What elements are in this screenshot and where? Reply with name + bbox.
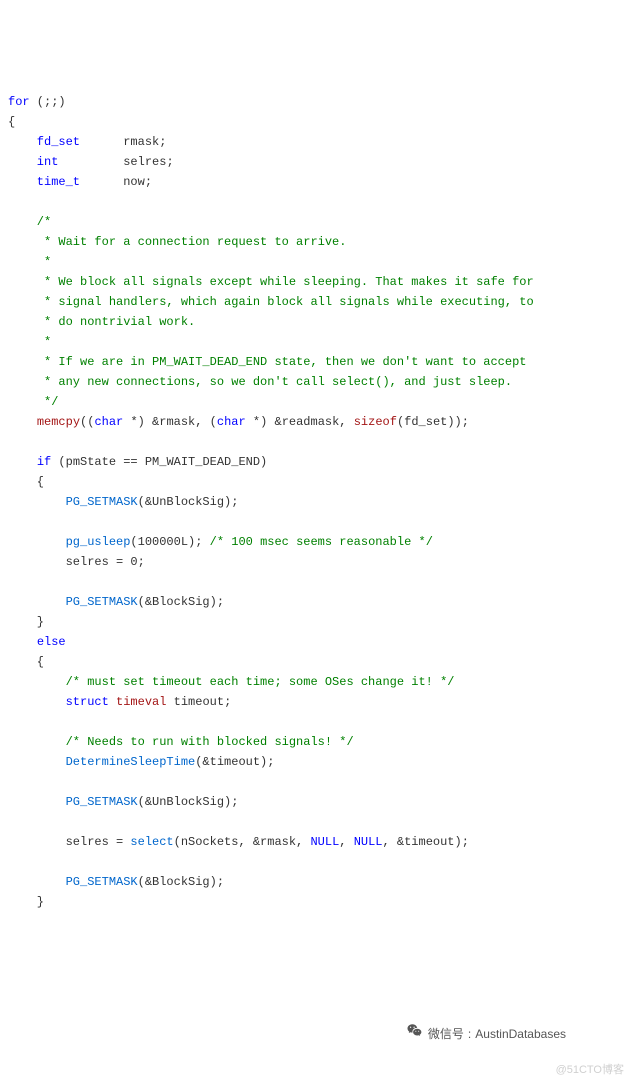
func-select: select [130,835,173,849]
func-determinesleeptime: DetermineSleepTime [66,755,196,769]
func-pgsetmask: PG_SETMASK [66,495,138,509]
watermark-wechat: 微信号:AustinDatabases [393,1002,566,1066]
wechat-icon [393,1002,424,1066]
keyword-for: for [8,95,30,109]
keyword-if: if [37,455,51,469]
type-fdset: fd_set [8,135,80,149]
func-memcpy: memcpy [37,415,80,429]
keyword-else: else [37,635,66,649]
func-pgusleep: pg_usleep [66,535,131,549]
code-block: for (;;) { fd_set rmask; int selres; tim… [8,92,628,912]
watermark-label: 微信号 [428,1024,464,1044]
keyword-struct: struct [66,695,109,709]
comment-block: /* [8,215,51,229]
type-int: int [8,155,58,169]
type-timet: time_t [8,175,80,189]
watermark-value: AustinDatabases [475,1024,566,1044]
watermark-secondary: @51CTO博客 [556,1060,624,1080]
